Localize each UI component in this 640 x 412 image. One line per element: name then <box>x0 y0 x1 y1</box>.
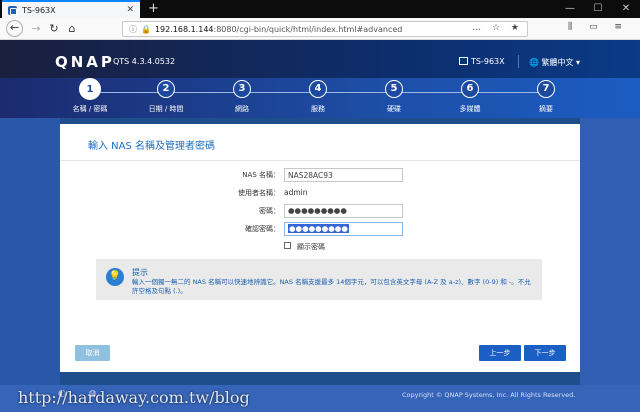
show-password-label: 顯示密碼 <box>297 243 325 251</box>
header-divider <box>518 55 519 68</box>
username-value: admin <box>284 188 308 197</box>
step-4: 4 服務 <box>288 80 348 114</box>
step-label: 摘要 <box>539 105 553 113</box>
step-2: 2 日期 / 時間 <box>136 80 196 114</box>
browser-nav-bar: ← → ↻ ⌂ ⓘ 🔒 192.168.1.144:8080/cgi-bin/q… <box>0 18 640 40</box>
previous-button[interactable]: 上一步 <box>479 345 521 361</box>
qnap-favicon-icon <box>8 5 17 15</box>
minimize-icon[interactable]: — <box>556 0 584 18</box>
tab-close-icon[interactable]: ✕ <box>126 5 134 15</box>
toolbar-icons[interactable]: ⫼ ▭ ≡ <box>568 22 629 32</box>
tip-text: 輸入一個獨一無二的 NAS 名稱可以快速地辨識它。NAS 名稱支援最多 14個字… <box>132 278 531 295</box>
watermark-text: http://hardaway.com.tw/blog <box>18 388 250 407</box>
tip-title: 提示 <box>132 268 148 277</box>
info-icon[interactable]: ⓘ <box>129 24 137 35</box>
step-number: 3 <box>233 80 251 98</box>
model-name: TS-963X <box>471 57 505 66</box>
lightbulb-icon: 💡 <box>106 268 124 286</box>
step-1: 1 名稱 / 密碼 <box>60 78 120 114</box>
step-label: 多媒體 <box>459 105 481 113</box>
window-close-icon[interactable]: ✕ <box>612 0 640 18</box>
confirm-password-label: 確認密碼： <box>245 225 280 233</box>
card-divider <box>60 160 580 161</box>
home-icon[interactable]: ⌂ <box>64 21 80 37</box>
language-selector[interactable]: 🌐 繁體中文 ▾ <box>529 57 580 68</box>
url-path: :8080/cgi-bin/quick/html/index.html#adva… <box>213 24 403 34</box>
tab-title: TS-963X <box>22 5 56 15</box>
maximize-icon[interactable]: ☐ <box>584 0 612 18</box>
next-button[interactable]: 下一步 <box>524 345 566 361</box>
qnap-logo: QNAP <box>55 53 115 71</box>
step-number: 7 <box>537 80 555 98</box>
username-row: 使用者名稱： admin <box>60 186 580 200</box>
username-label: 使用者名稱： <box>238 189 280 197</box>
step-6: 6 多媒體 <box>440 80 500 114</box>
insecure-lock-icon: 🔒 <box>141 24 151 34</box>
model-indicator: TS-963X <box>459 57 505 66</box>
step-number: 5 <box>385 80 403 98</box>
browser-tab[interactable]: TS-963X ✕ <box>2 0 140 18</box>
password-label: 密碼： <box>259 207 280 215</box>
confirm-password-row: 確認密碼： ●●●●●●●●● <box>60 222 580 236</box>
step-7: 7 摘要 <box>516 80 576 114</box>
qnap-header: QNAP QTS 4.3.4.0532 TS-963X 🌐 繁體中文 ▾ <box>0 40 640 78</box>
nas-name-input[interactable] <box>284 168 403 182</box>
reload-icon[interactable]: ↻ <box>46 21 62 37</box>
qts-version: QTS 4.3.4.0532 <box>113 57 176 66</box>
url-host: 192.168.1.144 <box>154 24 214 34</box>
step-5: 5 硬碟 <box>364 80 424 114</box>
show-password-checkbox[interactable] <box>284 242 291 249</box>
step-number: 4 <box>309 80 327 98</box>
step-number: 2 <box>157 80 175 98</box>
step-label: 日期 / 時間 <box>148 105 184 113</box>
step-label: 名稱 / 密碼 <box>72 105 108 113</box>
confirm-password-input[interactable]: ●●●●●●●●● <box>284 222 403 236</box>
address-bar[interactable]: ⓘ 🔒 192.168.1.144:8080/cgi-bin/quick/htm… <box>122 21 528 37</box>
nas-device-icon <box>459 57 468 65</box>
card-title: 輸入 NAS 名稱及管理者密碼 <box>88 141 216 152</box>
wizard-card: 輸入 NAS 名稱及管理者密碼 NAS 名稱： 使用者名稱： admin 密碼：… <box>60 124 580 372</box>
password-row: 密碼： ●●●●●●●●● <box>60 204 580 218</box>
copyright-text: Copyright © QNAP Systems, Inc. All Right… <box>402 391 576 399</box>
step-label: 服務 <box>311 105 325 113</box>
password-input[interactable]: ●●●●●●●●● <box>284 204 403 218</box>
language-label: 繁體中文 ▾ <box>541 58 581 67</box>
step-label: 硬碟 <box>387 105 401 113</box>
tip-box: 💡 提示 輸入一個獨一無二的 NAS 名稱可以快速地辨識它。NAS 名稱支援最多… <box>96 259 542 300</box>
nas-name-row: NAS 名稱： <box>60 168 580 182</box>
back-arrow-icon[interactable]: ← <box>6 20 23 37</box>
globe-icon: 🌐 <box>529 58 542 67</box>
nas-name-label: NAS 名稱： <box>242 171 280 179</box>
background-right <box>580 118 640 412</box>
confirm-password-value: ●●●●●●●●● <box>288 224 349 233</box>
browser-tab-bar: TS-963X ✕ + — ☐ ✕ <box>0 0 640 18</box>
new-tab-button[interactable]: + <box>148 1 159 17</box>
step-number: 1 <box>79 78 101 100</box>
cancel-button[interactable]: 取消 <box>75 345 110 361</box>
step-3: 3 網路 <box>212 80 272 114</box>
step-number: 6 <box>461 80 479 98</box>
show-password-row: 顯示密碼 <box>60 240 580 254</box>
page-actions-icon[interactable]: … ☆ ★ <box>472 23 523 33</box>
forward-arrow-icon[interactable]: → <box>28 21 44 37</box>
step-label: 網路 <box>235 105 249 113</box>
background-left <box>0 118 60 412</box>
